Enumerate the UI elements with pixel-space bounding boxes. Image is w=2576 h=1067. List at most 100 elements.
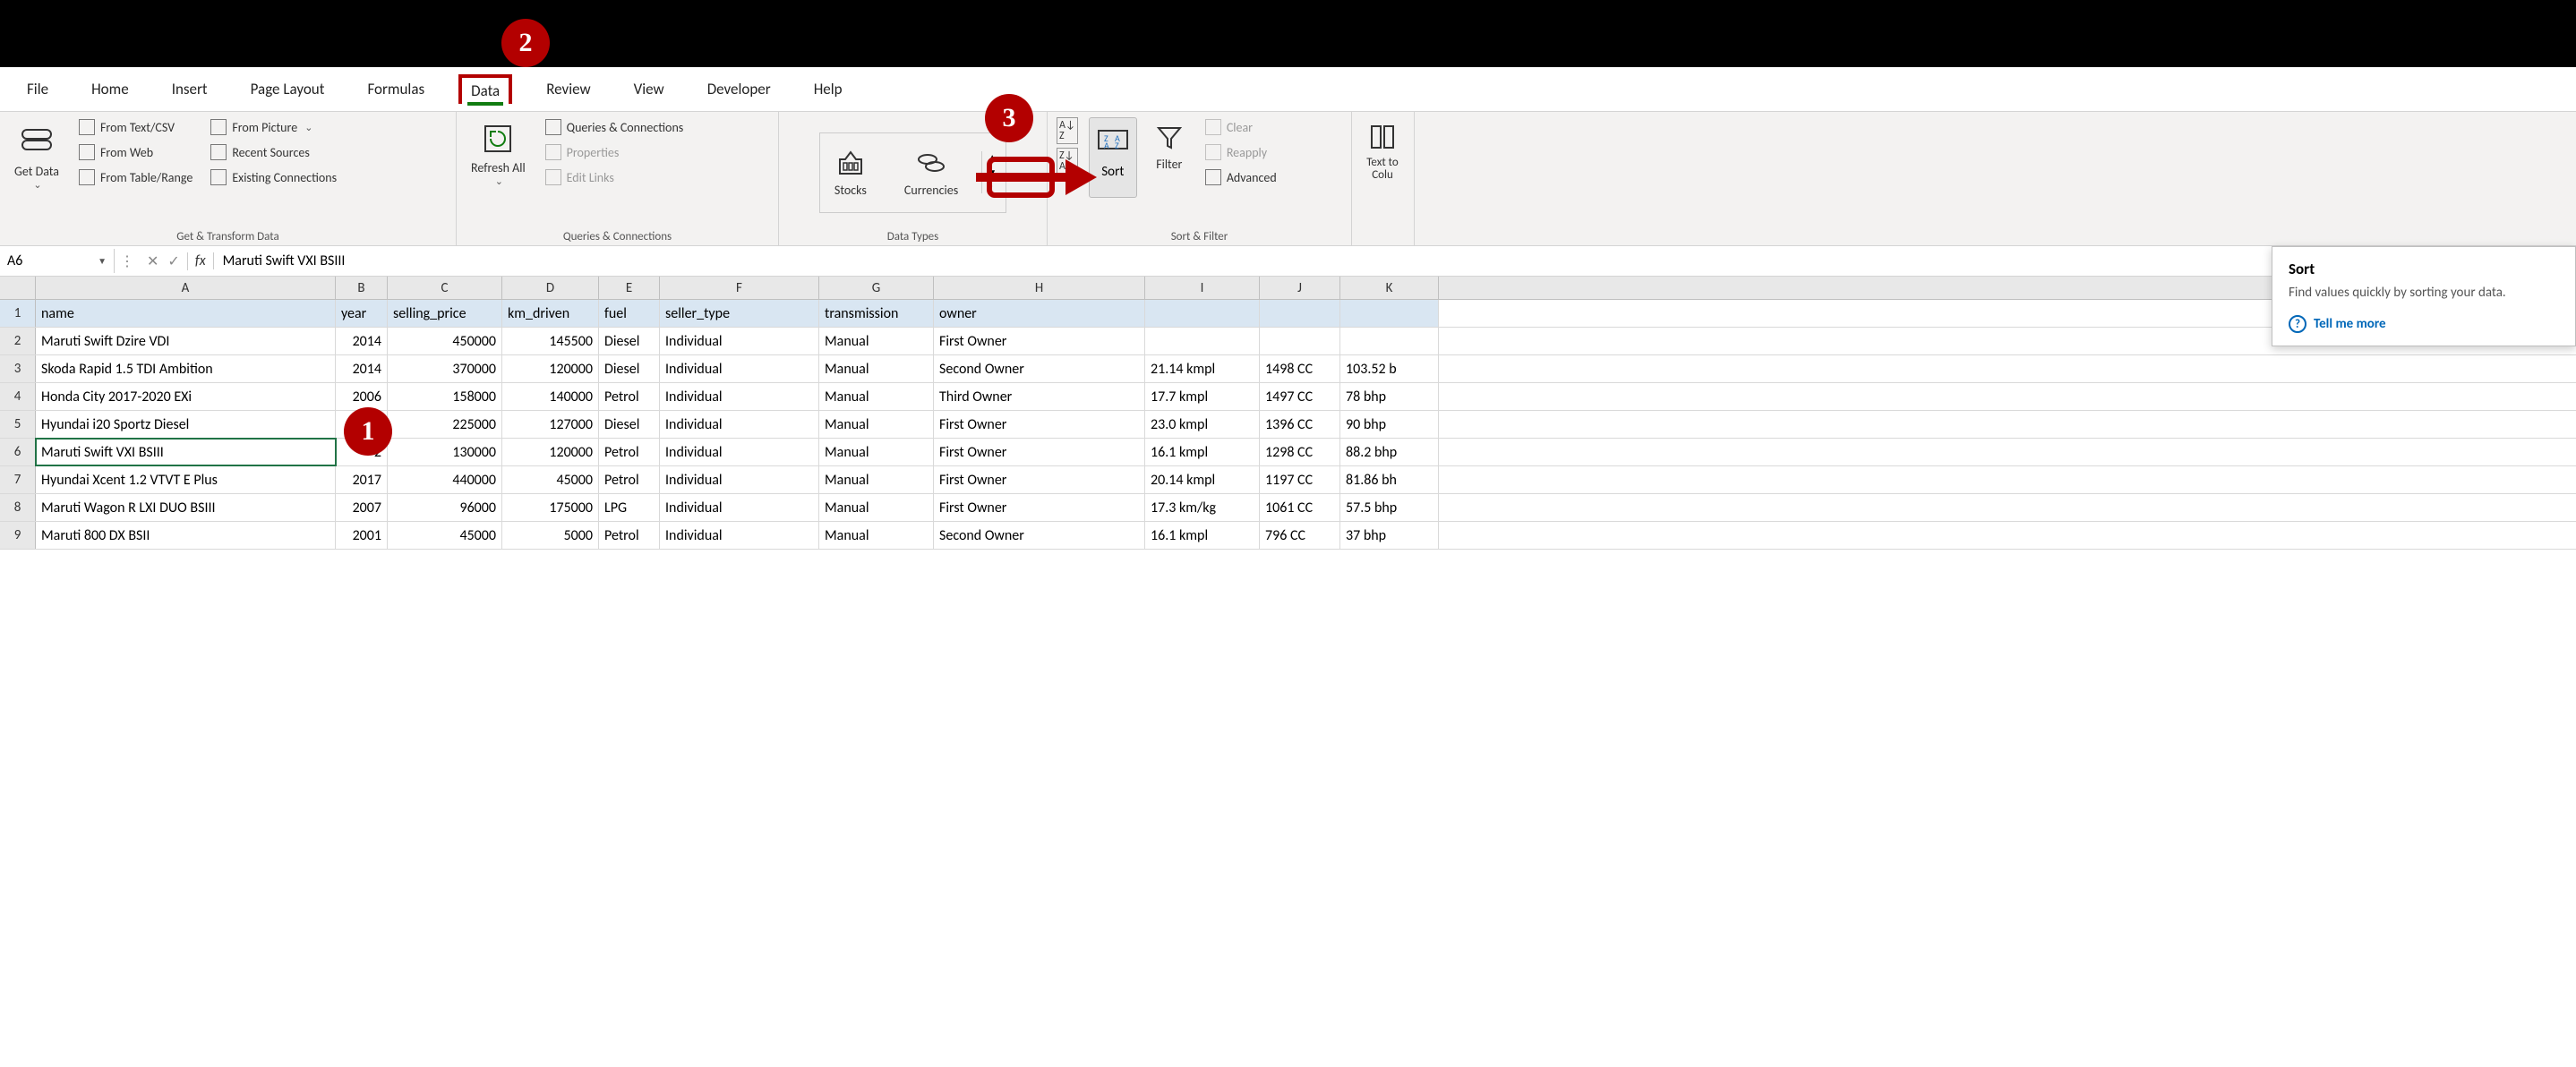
filter-button[interactable]: Filter [1148,117,1191,175]
tab-developer[interactable]: Developer [698,76,780,102]
refresh-all-button[interactable]: Refresh All [466,117,531,191]
cell[interactable]: 1298 CC [1260,439,1340,465]
row-header[interactable]: 8 [0,494,36,521]
cell[interactable] [1145,328,1260,354]
cell[interactable]: Individual [660,439,819,465]
cell[interactable]: name [36,300,336,327]
cell[interactable]: 2007 [336,494,388,521]
cell[interactable]: 1498 CC [1260,355,1340,382]
cell[interactable]: First Owner [934,466,1145,493]
cell[interactable]: Maruti Swift VXI BSIII [36,439,336,465]
cell[interactable]: Manual [819,494,934,521]
cell[interactable]: Manual [819,466,934,493]
name-box-options[interactable]: ⋮ [115,252,140,270]
cell[interactable]: 103.52 b [1340,355,1439,382]
cell[interactable] [1260,300,1340,327]
sort-az-button[interactable]: A↓Z [1057,117,1078,144]
tab-insert[interactable]: Insert [163,76,217,102]
from-table-button[interactable]: From Table/Range [75,167,196,187]
row-header[interactable]: 7 [0,466,36,493]
cell[interactable]: Individual [660,383,819,410]
row-header[interactable]: 9 [0,522,36,549]
row-header[interactable]: 6 [0,439,36,465]
cell[interactable]: 23.0 kmpl [1145,411,1260,438]
from-web-button[interactable]: From Web [75,142,196,162]
cell[interactable]: 2006 [336,383,388,410]
cell[interactable]: Diesel [599,411,660,438]
currencies-type[interactable]: Currencies [899,143,963,201]
cell[interactable]: Third Owner [934,383,1145,410]
recent-sources-button[interactable]: Recent Sources [207,142,340,162]
col-header-I[interactable]: I [1145,277,1260,299]
cell[interactable]: Individual [660,522,819,549]
cell[interactable]: 45000 [388,522,502,549]
cell[interactable]: Petrol [599,439,660,465]
tab-file[interactable]: File [18,76,57,102]
tab-home[interactable]: Home [82,76,138,102]
cell[interactable]: 1396 CC [1260,411,1340,438]
col-header-G[interactable]: G [819,277,934,299]
col-header-B[interactable]: B [336,277,388,299]
cell[interactable]: Petrol [599,466,660,493]
cell[interactable]: 440000 [388,466,502,493]
cell[interactable]: year [336,300,388,327]
select-all-corner[interactable] [0,277,36,299]
cell[interactable]: Manual [819,522,934,549]
name-box[interactable]: A6 ▼ [0,249,115,273]
cell[interactable]: Diesel [599,328,660,354]
cell[interactable]: 90 bhp [1340,411,1439,438]
cell[interactable]: Individual [660,411,819,438]
text-to-columns-button[interactable]: Text toColu [1361,117,1404,186]
cell[interactable]: 45000 [502,466,599,493]
cell[interactable]: selling_price [388,300,502,327]
cell[interactable] [1340,300,1439,327]
stocks-type[interactable]: Stocks [829,143,872,201]
formula-input[interactable]: Maruti Swift VXI BSIII [214,252,2576,269]
cell[interactable]: Petrol [599,522,660,549]
cell[interactable]: owner [934,300,1145,327]
cell[interactable]: First Owner [934,411,1145,438]
cell[interactable]: Individual [660,494,819,521]
cell[interactable]: 2014 [336,328,388,354]
col-header-A[interactable]: A [36,277,336,299]
fx-icon[interactable]: fx [188,252,214,269]
get-data-button[interactable]: Get Data [9,117,64,194]
cell[interactable] [1260,328,1340,354]
cell[interactable]: Diesel [599,355,660,382]
cell[interactable]: km_driven [502,300,599,327]
cell[interactable]: Manual [819,411,934,438]
cell[interactable]: LPG [599,494,660,521]
cell[interactable]: Manual [819,328,934,354]
cell[interactable]: First Owner [934,439,1145,465]
cell[interactable]: Skoda Rapid 1.5 TDI Ambition [36,355,336,382]
cell[interactable]: 1497 CC [1260,383,1340,410]
cell[interactable]: 145500 [502,328,599,354]
col-header-C[interactable]: C [388,277,502,299]
cell[interactable]: 17.3 km/kg [1145,494,1260,521]
cell[interactable]: Second Owner [934,355,1145,382]
tab-review[interactable]: Review [537,76,599,102]
cell[interactable]: 5000 [502,522,599,549]
cell[interactable]: 2001 [336,522,388,549]
from-text-csv-button[interactable]: From Text/CSV [75,117,196,137]
cell[interactable]: Individual [660,466,819,493]
row-header[interactable]: 4 [0,383,36,410]
cell[interactable]: 175000 [502,494,599,521]
cell[interactable]: 17.7 kmpl [1145,383,1260,410]
cell[interactable]: 96000 [388,494,502,521]
col-header-H[interactable]: H [934,277,1145,299]
cell[interactable]: 2014 [336,355,388,382]
cell[interactable] [1145,300,1260,327]
cell[interactable]: 16.1 kmpl [1145,522,1260,549]
cell[interactable]: Individual [660,328,819,354]
cell[interactable]: 21.14 kmpl [1145,355,1260,382]
existing-connections-button[interactable]: Existing Connections [207,167,340,187]
tab-data[interactable]: Data [458,74,512,104]
cell[interactable]: 37 bhp [1340,522,1439,549]
cell[interactable]: 88.2 bhp [1340,439,1439,465]
cell[interactable]: 225000 [388,411,502,438]
cell[interactable]: 16.1 kmpl [1145,439,1260,465]
cell[interactable]: Second Owner [934,522,1145,549]
cell[interactable]: 140000 [502,383,599,410]
cell[interactable]: fuel [599,300,660,327]
